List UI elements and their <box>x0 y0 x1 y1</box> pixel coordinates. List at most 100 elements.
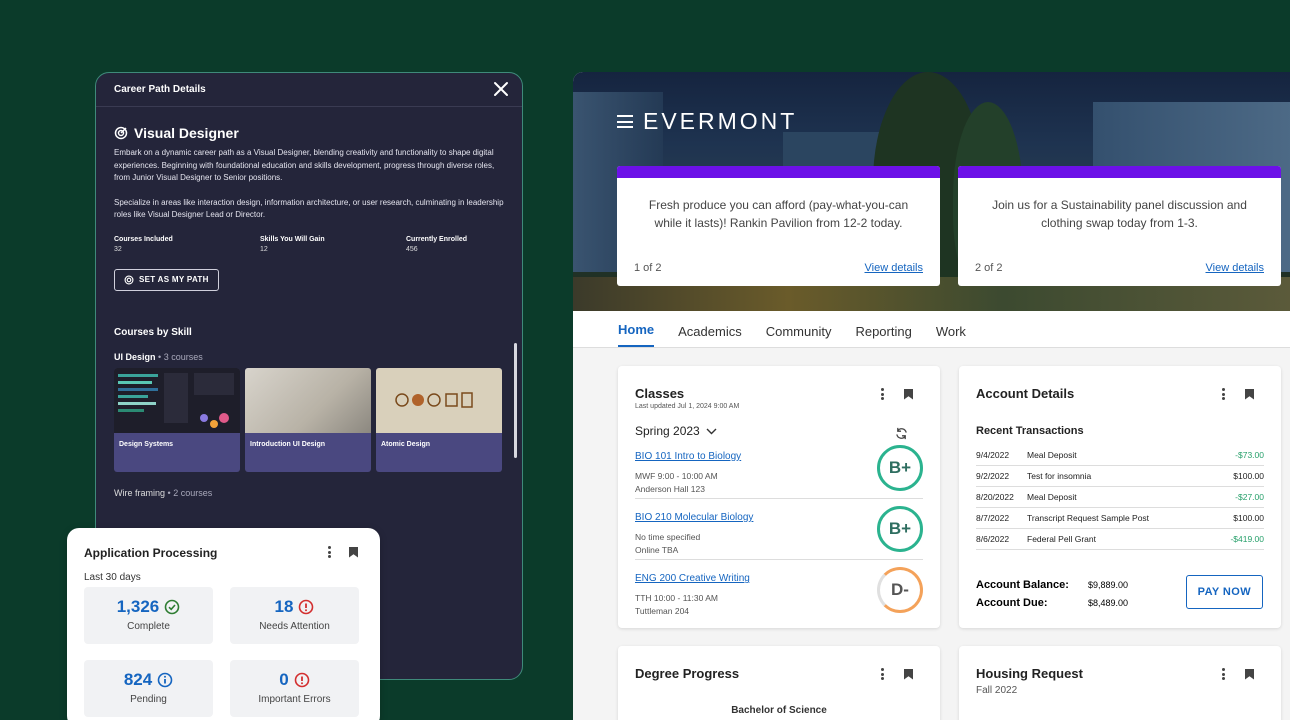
notice-pager: 1 of 2 <box>634 262 662 274</box>
degree-name: Bachelor of Science <box>731 705 827 716</box>
notice-card-1: Fresh produce you can afford (pay-what-y… <box>617 166 940 286</box>
view-details-link[interactable]: View details <box>865 262 924 274</box>
card-actions <box>881 668 913 680</box>
stat-skills: Skills You Will Gain 12 <box>260 236 406 253</box>
stat-value: 12 <box>260 245 268 253</box>
course-name: Design Systems <box>119 440 174 448</box>
term-selector[interactable]: Spring 2023 <box>635 424 923 438</box>
classes-card: Classes Last updated Jul 1, 2024 9:00 AM… <box>618 366 940 628</box>
path-description: Embark on a dynamic career path as a Vis… <box>114 148 495 182</box>
tab-academics[interactable]: Academics <box>678 324 742 347</box>
brand-name: EVERMONT <box>643 108 798 134</box>
notice-card-2: Join us for a Sustainability panel discu… <box>958 166 1281 286</box>
stat-value: 18 <box>274 597 294 616</box>
class-link[interactable]: ENG 200 Creative Writing <box>635 573 750 584</box>
tx-date: 9/2/2022 <box>976 465 1027 487</box>
bookmark-icon[interactable] <box>904 388 913 400</box>
pay-now-button[interactable]: PAY NOW <box>1185 575 1263 609</box>
skill-row-ui-design: UI Design • 3 courses <box>114 351 203 362</box>
course-thumbnail <box>376 367 502 433</box>
hero-banner: EVERMONT Fresh produce you can afford (p… <box>573 72 1290 311</box>
tab-reporting[interactable]: Reporting <box>855 324 911 347</box>
due-label: Account Due: <box>976 597 1048 609</box>
class-location: Online TBA <box>635 545 679 555</box>
card-title: Degree Progress <box>635 666 740 681</box>
more-options-icon[interactable] <box>881 668 884 680</box>
class-location: Anderson Hall 123 <box>635 484 705 494</box>
table-row: 8/6/2022 Federal Pell Grant -$419.00 <box>976 528 1264 550</box>
recent-transactions-heading: Recent Transactions <box>976 425 1084 437</box>
stat-value: 824 <box>123 670 153 689</box>
class-link[interactable]: BIO 210 Molecular Biology <box>635 512 753 523</box>
more-options-icon[interactable] <box>1222 388 1225 400</box>
stat-value: 456 <box>406 245 418 253</box>
brand-logo[interactable]: EVERMONT <box>617 108 797 135</box>
tab-community[interactable]: Community <box>766 324 832 347</box>
tx-desc: Meal Deposit <box>1027 486 1213 508</box>
tx-desc: Meal Deposit <box>1027 445 1213 466</box>
evermont-portal: EVERMONT Fresh produce you can afford (p… <box>573 72 1290 720</box>
card-actions <box>328 546 358 558</box>
close-icon[interactable] <box>492 79 510 99</box>
bookmark-icon[interactable] <box>1245 388 1254 400</box>
class-link[interactable]: BIO 101 Intro to Biology <box>635 451 741 462</box>
set-path-label: SET AS MY PATH <box>139 275 209 284</box>
menu-icon[interactable] <box>617 115 633 128</box>
table-row: 9/2/2022 Test for insomnia $100.00 <box>976 465 1264 487</box>
card-title: Application Processing <box>84 546 218 560</box>
housing-term: Fall 2022 <box>976 685 1018 696</box>
account-details-card: Account Details Recent Transactions 9/4/… <box>959 366 1281 628</box>
skill-count: 2 courses <box>173 487 213 498</box>
stat-label: Courses Included <box>114 235 173 243</box>
main-tabs: Home Academics Community Reporting Work <box>573 311 1290 348</box>
info-circle-icon <box>157 672 173 688</box>
stat-value: 0 <box>279 670 289 689</box>
bookmark-icon[interactable] <box>904 668 913 680</box>
bookmark-icon[interactable] <box>349 546 358 558</box>
balance-value: $9,889.00 <box>1088 580 1129 590</box>
more-options-icon[interactable] <box>1222 668 1225 680</box>
view-details-link[interactable]: View details <box>1206 262 1265 274</box>
class-item: BIO 101 Intro to Biology MWF 9:00 - 10:0… <box>635 438 923 499</box>
tab-home[interactable]: Home <box>618 322 655 347</box>
career-panel-header: Career Path Details <box>96 73 522 107</box>
set-as-my-path-button[interactable]: SET AS MY PATH <box>114 268 219 291</box>
more-options-icon[interactable] <box>328 546 331 558</box>
due-value: $8,489.00 <box>1088 598 1129 608</box>
course-thumbnail <box>114 367 240 433</box>
panel-title: Career Path Details <box>114 84 206 95</box>
tab-work[interactable]: Work <box>936 324 966 347</box>
term-label: Spring 2023 <box>635 424 700 438</box>
stat-label: Skills You Will Gain <box>260 235 325 243</box>
course-card-atomic-design[interactable]: Atomic Design <box>376 367 502 472</box>
table-row: 8/7/2022 Transcript Request Sample Post $1… <box>976 507 1264 529</box>
chevron-down-icon <box>706 428 717 434</box>
tx-date: 9/4/2022 <box>976 445 1027 466</box>
stat-label: Currently Enrolled <box>406 235 468 243</box>
grade-badge: B+ <box>877 506 923 552</box>
more-options-icon[interactable] <box>881 388 884 400</box>
tx-date: 8/6/2022 <box>976 528 1027 550</box>
bookmark-icon[interactable] <box>1245 668 1254 680</box>
stat-tile-important-errors[interactable]: 0 Important Errors <box>230 660 359 717</box>
stat-tile-needs-attention[interactable]: 18 Needs Attention <box>230 587 359 644</box>
scrollbar[interactable] <box>514 343 517 458</box>
notice-pager: 2 of 2 <box>975 262 1003 274</box>
course-card-design-systems[interactable]: Design Systems <box>114 367 240 472</box>
course-card-intro-ui-design[interactable]: Introduction UI Design <box>245 367 371 472</box>
stat-label: Needs Attention <box>259 621 330 632</box>
skill-count: 3 courses <box>163 351 203 362</box>
table-row: 8/20/2022 Meal Deposit -$27.00 <box>976 486 1264 508</box>
course-name: Introduction UI Design <box>250 440 326 448</box>
stat-tile-complete[interactable]: 1,326 Complete <box>84 587 213 644</box>
alert-circle-icon <box>299 599 314 615</box>
stat-value: 1,326 <box>116 597 160 616</box>
stat-tile-pending[interactable]: 824 Pending <box>84 660 213 717</box>
target-icon <box>124 275 134 284</box>
notice-text: Join us for a Sustainability panel discu… <box>992 198 1247 230</box>
tx-amount: -$73.00 <box>1212 445 1264 466</box>
stat-label: Pending <box>130 694 167 705</box>
tx-amount: -$419.00 <box>1212 528 1264 550</box>
course-cards: Design Systems Introduction UI Design At… <box>114 367 504 472</box>
tx-desc: Federal Pell Grant <box>1027 528 1213 550</box>
